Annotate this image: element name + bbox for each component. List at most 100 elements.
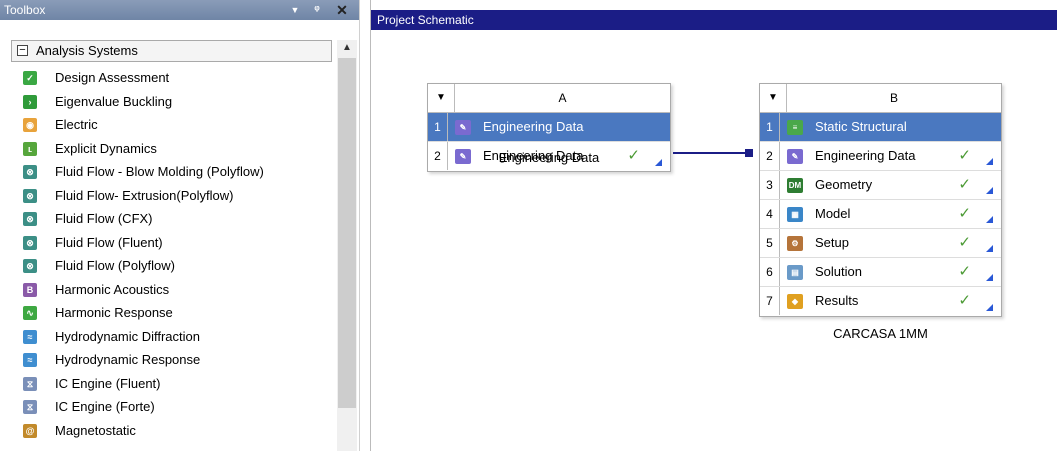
row-number: 4 — [760, 200, 780, 228]
collapse-toggle-icon[interactable]: − — [17, 45, 28, 56]
toolbox-item[interactable]: ⊗ Fluid Flow- Extrusion(Polyflow) — [20, 184, 340, 208]
toolbox-item-label: Fluid Flow - Blow Molding (Polyflow) — [55, 164, 264, 179]
system-menu-icon[interactable]: ▼ — [428, 84, 455, 112]
toolbox-header: Toolbox ▼ ᵠ ✕ — [0, 0, 359, 20]
analysis-systems-group[interactable]: − Analysis Systems — [11, 40, 332, 62]
pin-icon[interactable]: ᵠ — [310, 0, 324, 20]
system-cell-row[interactable]: 5 ⚙ Setup ✓ — [760, 229, 1001, 258]
cell-corner-triangle-icon[interactable] — [986, 158, 993, 165]
data-link-endpoint[interactable] — [745, 149, 753, 157]
cell-label: Engineering Data — [815, 148, 916, 163]
geometry-icon: DM — [787, 178, 803, 193]
cell-corner-triangle-icon[interactable] — [986, 187, 993, 194]
dropdown-icon[interactable]: ▼ — [288, 0, 302, 20]
system-b-caption[interactable]: CARCASA 1MM — [759, 326, 1002, 341]
explicit-dynamics-icon: ʟ — [23, 141, 37, 156]
toolbox-item-label: IC Engine (Forte) — [55, 399, 155, 414]
system-b-header: ▼ B — [760, 84, 1001, 113]
toolbox-item[interactable]: @ Magnetostatic — [20, 419, 340, 443]
project-schematic-panel: Project Schematic ▼ A 1 ✎ Engineering Data… — [370, 0, 1057, 451]
hydrodynamic-response-icon: ≈ — [23, 353, 37, 367]
toolbox-item-label: Fluid Flow- Extrusion(Polyflow) — [55, 187, 234, 203]
cell-corner-triangle-icon[interactable] — [986, 245, 993, 252]
cell-corner-triangle-icon[interactable] — [986, 216, 993, 223]
row-number: 3 — [760, 171, 780, 199]
toolbox-item-label: Harmonic Response — [55, 305, 173, 320]
eigenvalue-buckling-icon: › — [23, 94, 37, 109]
fluid-flow-icon: ⊗ — [23, 235, 37, 250]
schematic-header: Project Schematic — [371, 10, 1057, 30]
system-b[interactable]: ▼ B 1 ≡ Static Structural 2 ✎ Engineering Dat… — [759, 83, 1002, 317]
system-a-header: ▼ A — [428, 84, 670, 113]
up-to-date-check-icon: ✓ — [958, 147, 971, 164]
toolbox-title: Toolbox — [4, 3, 46, 17]
toolbox-item-label: Magnetostatic — [55, 422, 136, 438]
toolbox-item[interactable]: ∿ Harmonic Response — [20, 301, 340, 325]
row-number: 5 — [760, 229, 780, 257]
scroll-up-icon[interactable]: ▲ — [337, 40, 357, 56]
toolbox-item[interactable]: ◉ Electric — [20, 113, 340, 137]
system-cell-row[interactable]: 1 ≡ Static Structural — [760, 113, 1001, 142]
system-menu-icon[interactable]: ▼ — [760, 84, 787, 112]
results-icon: ◆ — [787, 294, 803, 309]
cell-label: Geometry — [815, 177, 873, 192]
toolbox-item[interactable]: › Eigenvalue Buckling — [20, 90, 340, 114]
fluid-flow-icon: ⊗ — [23, 259, 37, 273]
toolbox-item[interactable]: B Harmonic Acoustics — [20, 278, 340, 302]
ic-engine-icon: ⧖ — [23, 376, 37, 391]
toolbox-item[interactable]: ⊗ Fluid Flow (CFX) — [20, 207, 340, 231]
up-to-date-check-icon: ✓ — [958, 176, 971, 193]
model-icon: ▦ — [787, 207, 803, 222]
panel-splitter[interactable] — [359, 0, 369, 451]
toolbox-item[interactable]: ≈ Hydrodynamic Response — [20, 348, 340, 372]
electric-icon: ◉ — [23, 118, 37, 132]
system-cell-row[interactable]: 6 ▤ Solution ✓ — [760, 258, 1001, 287]
up-to-date-check-icon: ✓ — [958, 234, 971, 251]
cell-label: Engineering Data — [483, 119, 584, 134]
up-to-date-check-icon: ✓ — [958, 205, 971, 222]
row-number: 7 — [760, 287, 780, 315]
up-to-date-check-icon: ✓ — [958, 263, 971, 280]
row-number: 2 — [760, 142, 780, 170]
toolbox-item[interactable]: ✓ Design Assessment — [20, 66, 340, 90]
solution-icon: ▤ — [787, 265, 803, 280]
cell-corner-triangle-icon[interactable] — [986, 304, 993, 311]
row-number: 6 — [760, 258, 780, 286]
system-cell-row[interactable]: 7 ◆ Results ✓ — [760, 287, 1001, 316]
toolbox-item-label: Fluid Flow (Polyflow) — [55, 258, 175, 273]
row-number: 1 — [428, 113, 448, 141]
hydrodynamic-diffraction-icon: ≈ — [23, 329, 37, 344]
toolbox-item-label: Hydrodynamic Diffraction — [55, 328, 200, 344]
toolbox-item[interactable]: ⊗ Fluid Flow (Polyflow) — [20, 254, 340, 278]
fluid-flow-icon: ⊗ — [23, 165, 37, 179]
close-icon[interactable]: ✕ — [334, 0, 350, 20]
design-assessment-icon: ✓ — [23, 71, 37, 85]
toolbox-item-label: Electric — [55, 117, 98, 132]
system-cell-row[interactable]: 1 ✎ Engineering Data — [428, 113, 670, 142]
system-cell-row[interactable]: 3 DM Geometry ✓ — [760, 171, 1001, 200]
toolbox-item-label: Eigenvalue Buckling — [55, 93, 173, 109]
toolbox-item[interactable]: ⊗ Fluid Flow - Blow Molding (Polyflow) — [20, 160, 340, 184]
vertical-scrollbar[interactable]: ▲ — [337, 40, 357, 451]
toolbox-item[interactable]: ⧖ IC Engine (Fluent) — [20, 372, 340, 396]
toolbox-item-label: Harmonic Acoustics — [55, 281, 170, 297]
cell-label: Model — [815, 206, 851, 221]
system-a-caption[interactable]: Engineering Data — [427, 150, 671, 165]
toolbox-item-label: Design Assessment — [55, 70, 170, 85]
system-cell-row[interactable]: 4 ▦ Model ✓ — [760, 200, 1001, 229]
data-link-line[interactable] — [673, 152, 751, 154]
cell-label: Solution — [815, 264, 862, 279]
toolbox-item[interactable]: ʟ Explicit Dynamics — [20, 137, 340, 161]
cell-corner-triangle-icon[interactable] — [986, 274, 993, 281]
magnetostatic-icon: @ — [23, 423, 37, 438]
row-number: 1 — [760, 113, 780, 141]
system-cell-row[interactable]: 2 ✎ Engineering Data ✓ — [760, 142, 1001, 171]
system-column-label: A — [558, 91, 567, 105]
toolbox-item[interactable]: ⊗ Fluid Flow (Fluent) — [20, 231, 340, 255]
scroll-thumb[interactable] — [338, 58, 356, 408]
toolbox-item[interactable]: ⧖ IC Engine (Forte) — [20, 395, 340, 419]
toolbox-item[interactable]: ≈ Hydrodynamic Diffraction — [20, 325, 340, 349]
toolbox-panel: Toolbox ▼ ᵠ ✕ − Analysis Systems ✓ Design… — [0, 0, 359, 451]
setup-icon: ⚙ — [787, 236, 803, 251]
toolbox-item-label: Hydrodynamic Response — [55, 352, 201, 367]
